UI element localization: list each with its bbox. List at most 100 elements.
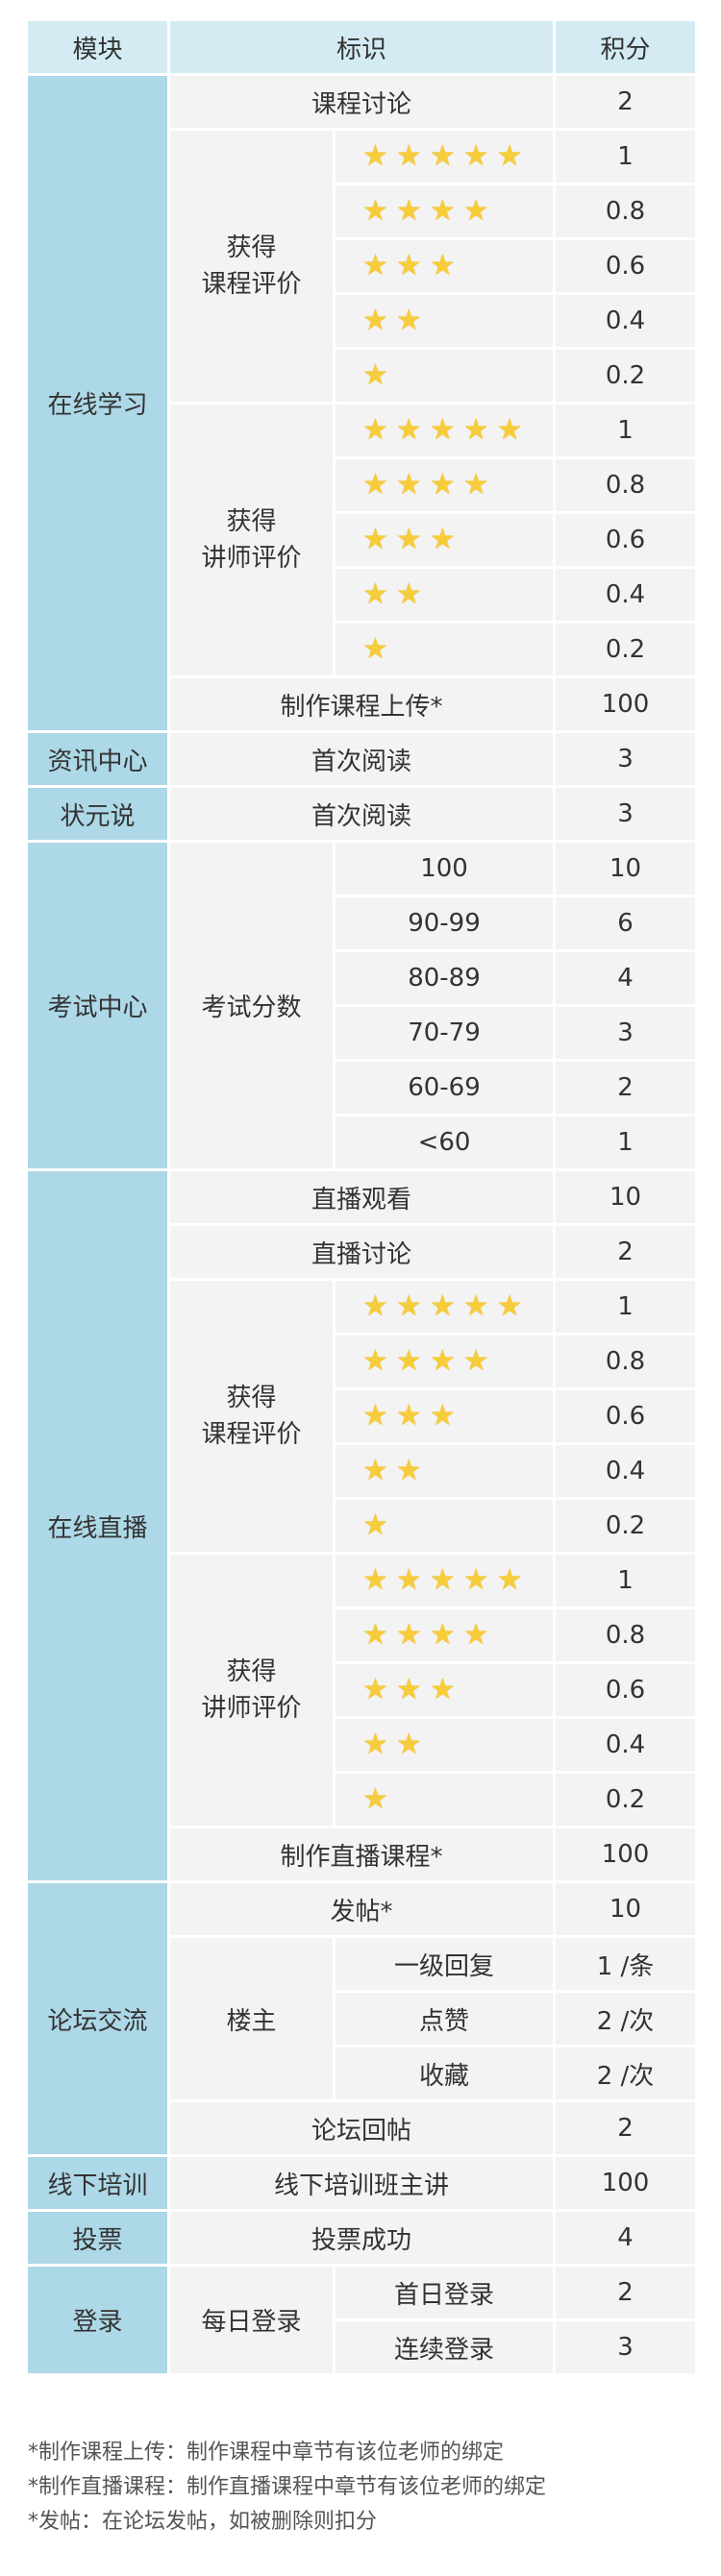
module-vote: 投票 xyxy=(28,2212,167,2264)
star-icon: ★ xyxy=(429,138,461,173)
teacher-rating-label: 获得 讲师评价 xyxy=(170,405,333,675)
star-icon: ★ xyxy=(496,1562,529,1597)
table-row: 状元说 首次阅读 3 xyxy=(28,788,696,840)
score-range: <60 xyxy=(336,1116,554,1168)
points-value: 10 xyxy=(556,843,696,895)
module-exam: 考试中心 xyxy=(28,843,167,1168)
live-teacher-rating-label: 获得 讲师评价 xyxy=(170,1555,333,1826)
star-icon: ★ xyxy=(362,1288,394,1323)
module-live: 在线直播 xyxy=(28,1171,167,1880)
star-icon: ★ xyxy=(462,467,495,502)
star-rating: ★★★★ xyxy=(336,1609,554,1661)
points-value: 2 /次 xyxy=(556,1993,696,2045)
score-range: 90-99 xyxy=(336,897,554,949)
live-make-label: 制作直播课程* xyxy=(170,1828,554,1880)
star-icon: ★ xyxy=(395,467,428,502)
score-range: 70-79 xyxy=(336,1007,554,1059)
star-icon: ★ xyxy=(362,522,394,556)
star-icon: ★ xyxy=(362,1781,394,1816)
live-course-rating-label: 获得 课程评价 xyxy=(170,1281,333,1552)
star-rating: ★★★★★ xyxy=(336,131,554,183)
points-value: 1 xyxy=(556,131,696,183)
star-icon: ★ xyxy=(362,357,394,392)
points-value: 0.6 xyxy=(556,1664,696,1716)
points-value: 2 xyxy=(556,1062,696,1114)
score-range: 60-69 xyxy=(336,1062,554,1114)
star-rating: ★★★★ xyxy=(336,459,554,511)
star-icon: ★ xyxy=(429,193,461,228)
star-rating: ★★★★★ xyxy=(336,1281,554,1333)
module-forum: 论坛交流 xyxy=(28,1883,167,2154)
module-online-learning: 在线学习 xyxy=(28,76,167,730)
star-icon: ★ xyxy=(395,138,428,173)
points-value: 0.8 xyxy=(556,1609,696,1661)
points-value: 0.6 xyxy=(556,240,696,292)
news-label: 首次阅读 xyxy=(170,733,554,785)
star-icon: ★ xyxy=(496,1288,529,1323)
footnote: *发帖：在论坛发帖，如被删除则扣分 xyxy=(28,2510,378,2534)
points-value: 0.6 xyxy=(556,514,696,566)
points-value: 0.4 xyxy=(556,569,696,621)
star-icon: ★ xyxy=(429,1288,461,1323)
star-icon: ★ xyxy=(429,1398,461,1433)
points-value: 2 xyxy=(556,2102,696,2154)
star-icon: ★ xyxy=(362,193,394,228)
points-value: 0.6 xyxy=(556,1390,696,1442)
star-rating: ★★ xyxy=(336,1445,554,1497)
star-icon: ★ xyxy=(395,577,428,611)
course-rating-label: 获得 课程评价 xyxy=(170,131,333,402)
offline-label: 线下培训班主讲 xyxy=(170,2157,554,2209)
star-icon: ★ xyxy=(496,138,529,173)
star-icon: ★ xyxy=(395,248,428,282)
star-icon: ★ xyxy=(362,1672,394,1706)
star-icon: ★ xyxy=(362,1398,394,1433)
login-item: 连续登录 xyxy=(336,2321,554,2373)
table-row: 考试中心 考试分数 100 10 xyxy=(28,843,696,1168)
star-icon: ★ xyxy=(429,1562,461,1597)
star-rating: ★★★★ xyxy=(336,1336,554,1387)
live-watch-label: 直播观看 xyxy=(170,1171,554,1223)
points-value: 0.4 xyxy=(556,1445,696,1497)
login-item: 首日登录 xyxy=(336,2267,554,2318)
header-identifier: 标识 xyxy=(170,21,554,73)
points-value: 10 xyxy=(556,1883,696,1935)
star-icon: ★ xyxy=(395,412,428,447)
module-news: 资讯中心 xyxy=(28,733,167,785)
points-value: 0.2 xyxy=(556,350,696,402)
points-value: 0.8 xyxy=(556,185,696,237)
score-range: 80-89 xyxy=(336,952,554,1004)
footnotes: *制作课程上传：制作课程中章节有该位老师的绑定 *制作直播课程：制作直播课程中章… xyxy=(28,2436,546,2539)
star-icon: ★ xyxy=(462,1617,495,1652)
points-table: 模块 标识 积分 在线学习 课程讨论 2 获得 课程评价 ★★★★★ 1 ★★★… xyxy=(25,18,698,2376)
points-value: 1 xyxy=(556,1281,696,1333)
star-icon: ★ xyxy=(395,303,428,337)
star-rating: ★★★ xyxy=(336,514,554,566)
star-icon: ★ xyxy=(395,1453,428,1487)
live-discuss-label: 直播讨论 xyxy=(170,1226,554,1278)
exam-score-label: 考试分数 xyxy=(170,843,333,1168)
star-icon: ★ xyxy=(395,1727,428,1761)
points-value: 100 xyxy=(556,2157,696,2209)
points-value: 0.2 xyxy=(556,1774,696,1826)
table-row: 论坛交流 发帖* 10 xyxy=(28,1883,696,2154)
star-rating: ★ xyxy=(336,1500,554,1552)
star-icon: ★ xyxy=(395,193,428,228)
table-row: 在线学习 课程讨论 2 xyxy=(28,76,696,730)
star-rating: ★ xyxy=(336,350,554,402)
table-row: 线下培训 线下培训班主讲 100 xyxy=(28,2157,696,2209)
star-icon: ★ xyxy=(395,1617,428,1652)
star-icon: ★ xyxy=(429,467,461,502)
star-icon: ★ xyxy=(362,1508,394,1542)
points-value: 1 xyxy=(556,1116,696,1168)
zhuangyuan-label: 首次阅读 xyxy=(170,788,554,840)
star-icon: ★ xyxy=(362,577,394,611)
header-module: 模块 xyxy=(28,21,167,73)
star-icon: ★ xyxy=(429,1617,461,1652)
star-rating: ★ xyxy=(336,1774,554,1826)
points-value: 0.8 xyxy=(556,1336,696,1387)
star-icon: ★ xyxy=(362,1727,394,1761)
star-icon: ★ xyxy=(395,522,428,556)
star-icon: ★ xyxy=(462,1343,495,1378)
star-rating: ★★★★ xyxy=(336,185,554,237)
star-icon: ★ xyxy=(462,1288,495,1323)
